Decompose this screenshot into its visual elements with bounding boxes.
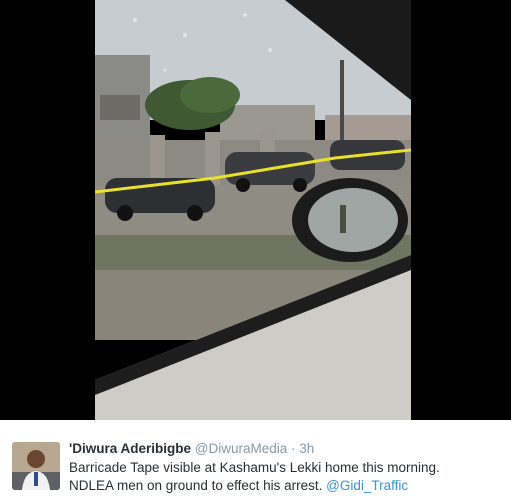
avatar-icon bbox=[12, 442, 60, 490]
display-name[interactable]: 'Diwura Aderibigbe bbox=[69, 441, 191, 456]
tweet-photo[interactable] bbox=[95, 0, 411, 420]
mention-link[interactable]: @Gidi_Traffic bbox=[326, 478, 408, 493]
photo-illustration bbox=[95, 0, 411, 420]
tweet-text: Barricade Tape visible at Kashamu's Lekk… bbox=[69, 459, 499, 495]
tweet-text-line2: NDLEA men on ground to effect his arrest… bbox=[69, 478, 323, 493]
tweet-text-line1: Barricade Tape visible at Kashamu's Lekk… bbox=[69, 460, 440, 475]
media-container bbox=[0, 0, 511, 420]
tweet-card: 'Diwura Aderibigbe @DiwuraMedia · 3h Bar… bbox=[0, 420, 511, 499]
user-handle[interactable]: @DiwuraMedia bbox=[195, 441, 287, 456]
separator-dot: · bbox=[291, 441, 296, 456]
tweet-timestamp[interactable]: 3h bbox=[299, 441, 314, 456]
tweet-header: 'Diwura Aderibigbe @DiwuraMedia · 3h bbox=[69, 441, 314, 457]
user-avatar[interactable] bbox=[12, 442, 60, 490]
